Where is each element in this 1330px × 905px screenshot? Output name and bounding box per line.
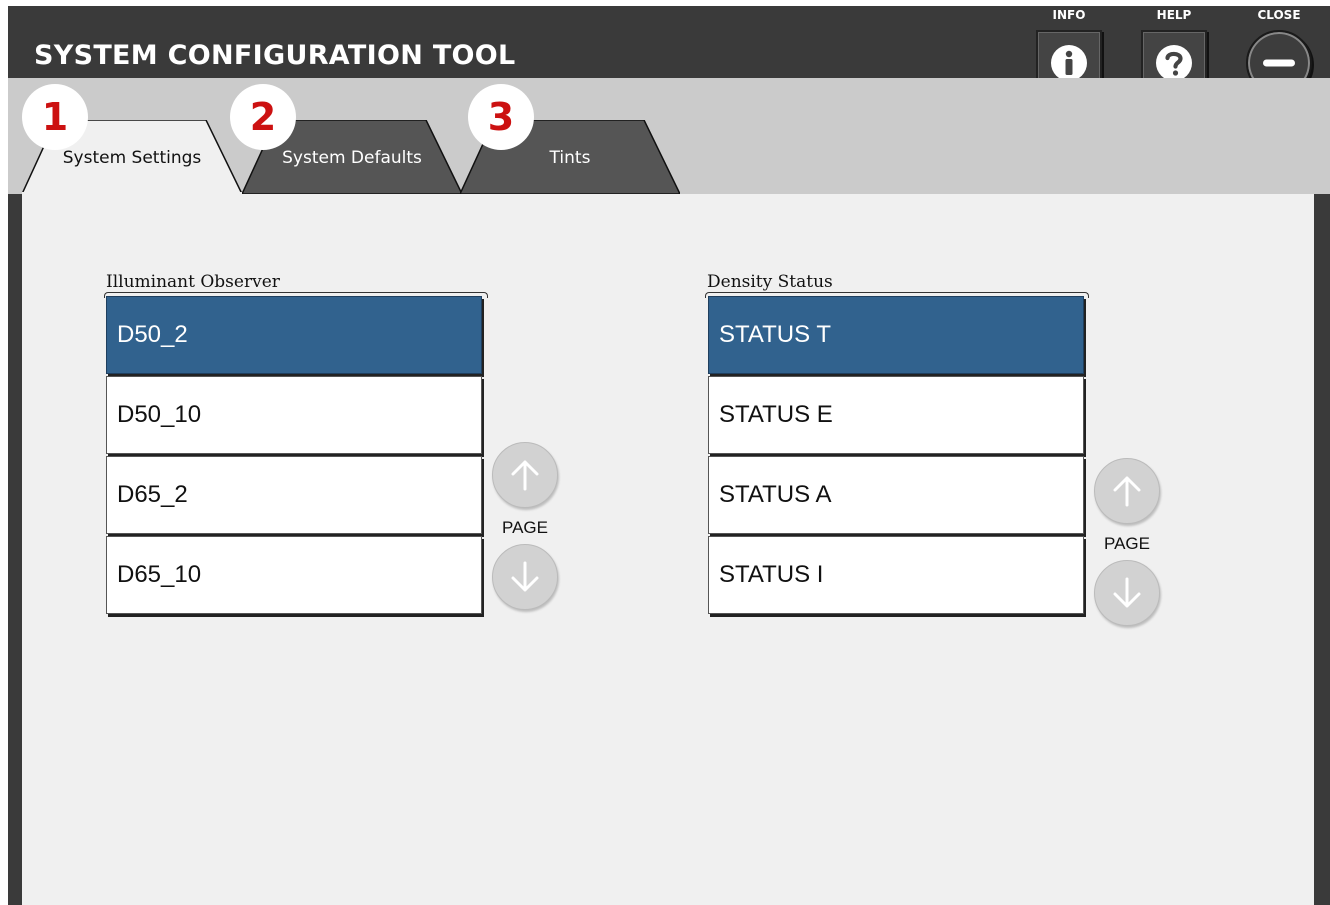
illuminant-page-down-button[interactable] [492,544,558,610]
density-page-up-button[interactable] [1094,458,1160,524]
tab-label: Tints [549,148,591,168]
tab-label: System Settings [62,148,202,168]
info-icon [1051,45,1087,81]
list-item-d50-2[interactable]: D50_2 [106,296,482,374]
content-panel: Illuminant Observer D50_2 D50_10 D65_2 D… [22,194,1314,905]
arrow-up-icon [511,460,539,491]
step-badge-1: 1 [22,84,88,150]
illuminant-observer-label: Illuminant Observer [106,272,280,292]
arrow-down-icon [1113,577,1141,608]
density-page-down-button[interactable] [1094,560,1160,626]
list-item-status-t[interactable]: STATUS T [708,296,1084,374]
help-caption: HELP [1156,8,1192,22]
arrow-down-icon [511,561,539,592]
title-bar: SYSTEM CONFIGURATION TOOL INFO HELP CLOS… [8,6,1330,96]
tab-strip: System Settings System Defaults Tints 1 … [8,78,1330,194]
illuminant-page-label: PAGE [502,518,548,537]
close-caption: CLOSE [1257,8,1301,22]
density-page-label: PAGE [1104,534,1150,553]
arrow-up-icon [1113,476,1141,507]
tab-label: System Defaults [282,148,422,168]
list-item-status-a[interactable]: STATUS A [708,456,1084,534]
density-status-label: Density Status [707,272,833,292]
help-icon [1156,45,1192,81]
list-item-status-e[interactable]: STATUS E [708,376,1084,454]
illuminant-page-up-button[interactable] [492,442,558,508]
info-caption: INFO [1052,8,1086,22]
app-title: SYSTEM CONFIGURATION TOOL [34,40,516,71]
list-item-d65-2[interactable]: D65_2 [106,456,482,534]
list-item-d65-10[interactable]: D65_10 [106,536,482,614]
step-badge-2: 2 [230,84,296,150]
list-item-d50-10[interactable]: D50_10 [106,376,482,454]
list-item-status-i[interactable]: STATUS I [708,536,1084,614]
minus-icon [1263,59,1295,67]
step-badge-3: 3 [468,84,534,150]
app-window: SYSTEM CONFIGURATION TOOL INFO HELP CLOS… [8,6,1330,905]
